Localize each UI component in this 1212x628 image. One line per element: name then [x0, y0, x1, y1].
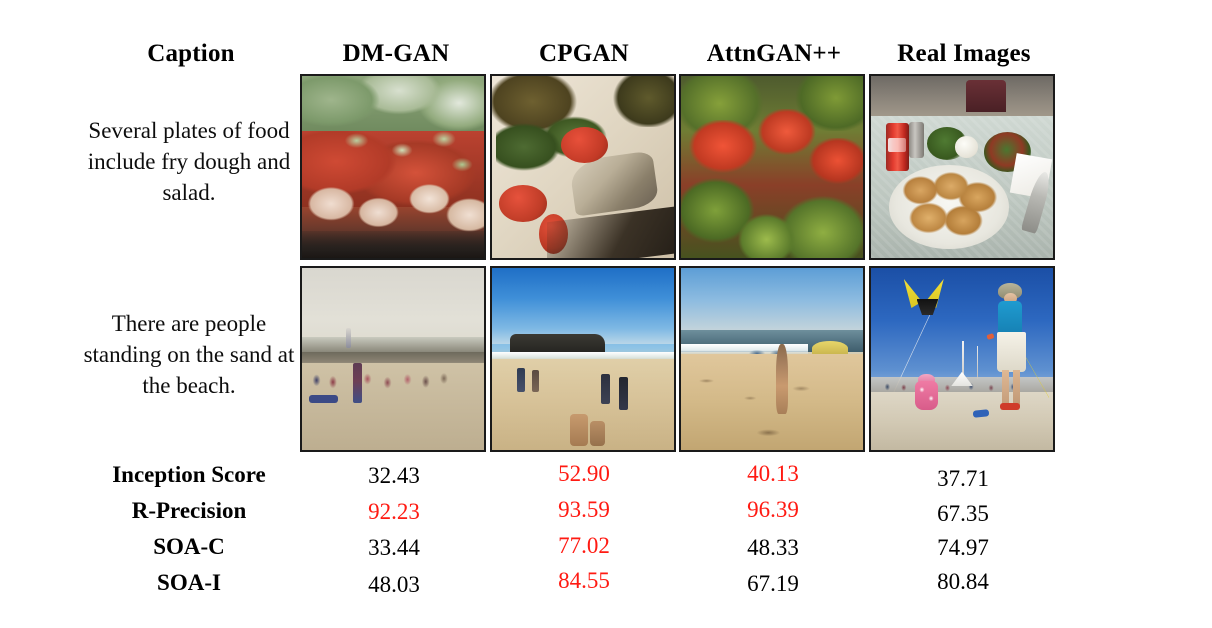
metric-value-rprecision-cpgan: 93.59	[558, 497, 610, 522]
metric-label-r-precision: R-Precision	[131, 498, 247, 523]
image-row1-attngan	[679, 74, 865, 260]
image-row2-attngan	[679, 266, 865, 452]
metric-value-soac-cpgan: 77.02	[558, 533, 610, 558]
image-row1-real	[869, 74, 1055, 260]
metric-value-rprecision-dm-gan: 92.23	[368, 499, 420, 524]
metric-value-inception-dm-gan: 32.43	[368, 463, 420, 488]
metric-value-soac-dm-gan: 33.44	[368, 535, 420, 560]
caption-row-2: There are people standing on the sand at…	[83, 311, 295, 398]
column-header-caption: Caption	[147, 40, 235, 67]
metric-value-soai-real: 80.84	[937, 569, 989, 594]
metric-value-rprecision-real: 67.35	[937, 501, 989, 526]
caption-row-1: Several plates of food include fry dough…	[87, 118, 291, 205]
metric-value-soai-cpgan: 84.55	[558, 568, 610, 593]
metric-value-inception-cpgan: 52.90	[558, 461, 610, 486]
image-row2-real	[869, 266, 1055, 452]
image-row1-dm-gan	[300, 74, 486, 260]
column-header-real-images: Real Images	[897, 40, 1031, 67]
metric-value-inception-attngan: 40.13	[747, 461, 799, 486]
metric-label-soa-i: SOA-I	[157, 570, 221, 595]
image-row2-dm-gan	[300, 266, 486, 452]
metric-label-inception-score: Inception Score	[112, 462, 266, 487]
column-header-dm-gan: DM-GAN	[342, 40, 450, 67]
metric-value-soai-dm-gan: 48.03	[368, 572, 420, 597]
image-row1-cpgan	[490, 74, 676, 260]
metric-value-inception-real: 37.71	[937, 466, 989, 491]
metric-value-soac-attngan: 48.33	[747, 535, 799, 560]
column-header-row: Caption DM-GAN CPGAN AttnGAN++ Real Imag…	[80, 38, 1070, 72]
metric-value-soac-real: 74.97	[937, 535, 989, 560]
column-header-attngan: AttnGAN++	[706, 40, 842, 67]
column-header-cpgan: CPGAN	[539, 40, 629, 67]
comparison-figure: Caption DM-GAN CPGAN AttnGAN++ Real Imag…	[0, 0, 1212, 628]
metric-label-soa-c: SOA-C	[153, 534, 225, 559]
metric-value-rprecision-attngan: 96.39	[747, 497, 799, 522]
image-row2-cpgan	[490, 266, 676, 452]
metric-value-soai-attngan: 67.19	[747, 571, 799, 596]
